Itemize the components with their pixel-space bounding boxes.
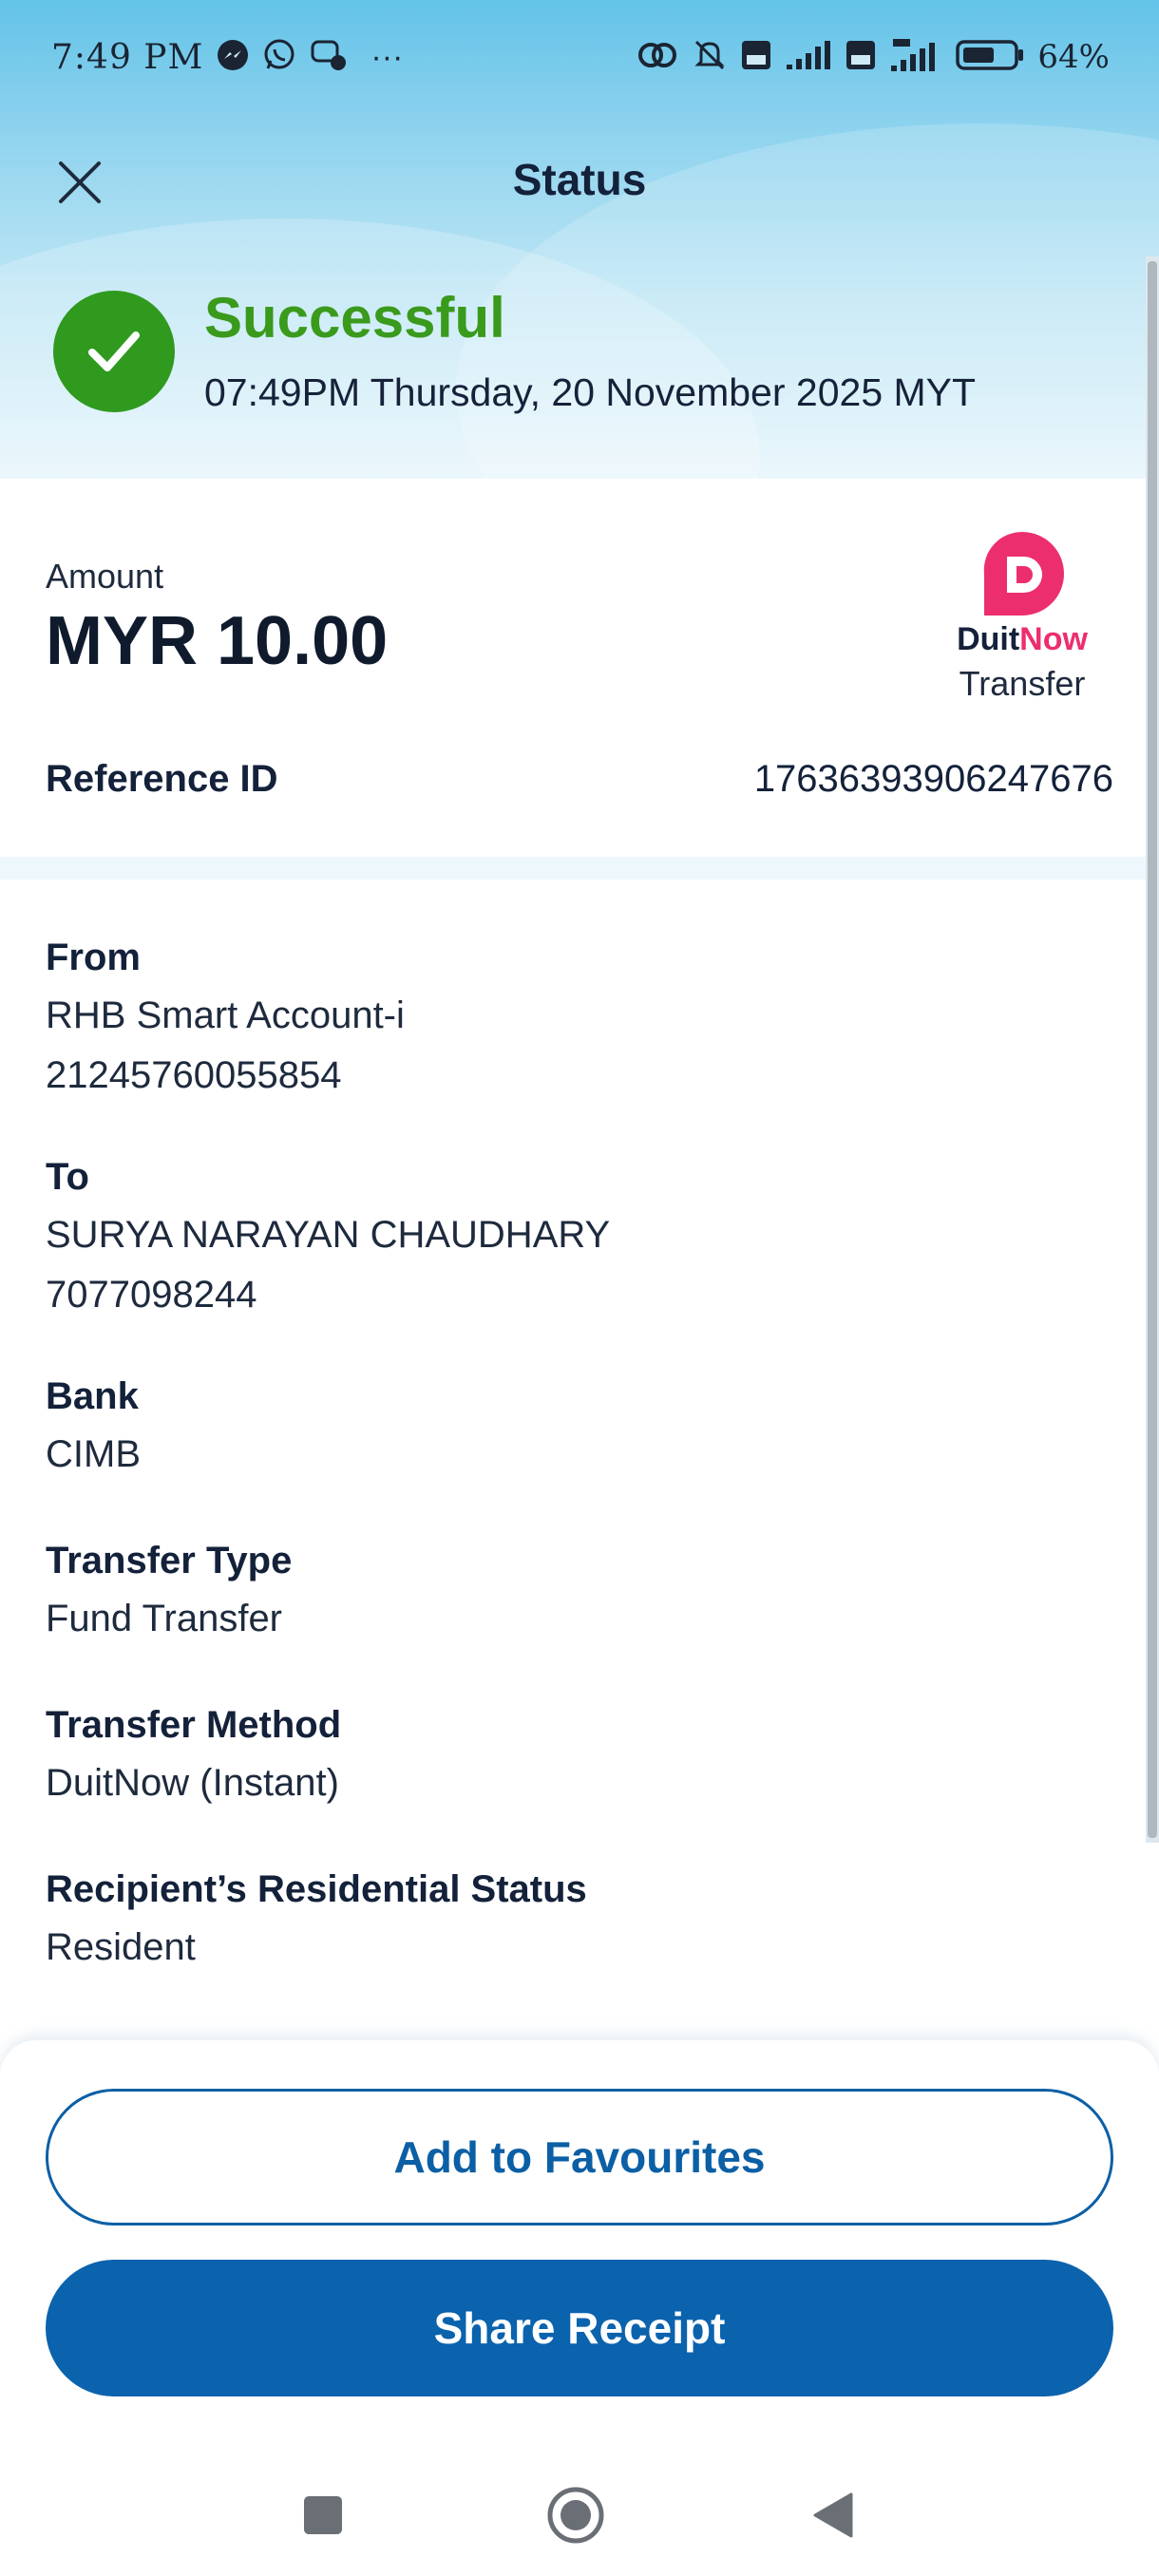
detail-from: From RHB Smart Account-i 21245760055854 xyxy=(46,929,1110,1106)
detail-value: 21245760055854 xyxy=(46,1054,342,1096)
detail-value: CIMB xyxy=(46,1433,141,1475)
detail-label: Bank xyxy=(46,1375,139,1417)
back-button[interactable] xyxy=(802,2485,863,2546)
battery-percent: 64% xyxy=(1037,38,1110,76)
reference-id-label: Reference ID xyxy=(46,758,278,800)
detail-value: DuitNow (Instant) xyxy=(46,1762,339,1804)
clock: 7:49 PM xyxy=(51,37,204,77)
screen: 7:49 PM ··· 64% Status Successful 07:49P… xyxy=(0,0,1159,2576)
duitnow-word-duit: Duit xyxy=(957,621,1020,657)
detail-label: To xyxy=(46,1156,89,1198)
detail-label: From xyxy=(46,937,141,978)
duitnow-logo: DuitNow Transfer xyxy=(946,528,1098,704)
duitnow-wordmark: DuitNow xyxy=(946,621,1098,658)
status-timestamp: 07:49PM Thursday, 20 November 2025 MYT xyxy=(204,370,977,414)
detail-to: To SURYA NARAYAN CHAUDHARY 7077098244 xyxy=(46,1148,1110,1325)
battery-icon xyxy=(956,38,1024,77)
recents-square-icon xyxy=(304,2496,342,2534)
success-badge xyxy=(53,291,175,412)
duitnow-word-now: Now xyxy=(1019,621,1088,657)
transaction-details: From RHB Smart Account-i 21245760055854 … xyxy=(46,929,1110,1978)
bell-muted-icon xyxy=(692,37,728,78)
detail-label: Transfer Method xyxy=(46,1704,342,1746)
detail-value: RHB Smart Account-i xyxy=(46,994,405,1036)
detail-residential-status: Recipient’s Residential Status Resident xyxy=(46,1861,1110,1978)
recents-button[interactable] xyxy=(293,2485,353,2546)
hotspot-link-icon xyxy=(636,39,678,76)
detail-transfer-type: Transfer Type Fund Transfer xyxy=(46,1532,1110,1649)
add-to-favourites-button[interactable]: Add to Favourites xyxy=(46,2089,1113,2226)
reference-id-value: 17636393906247676 xyxy=(753,758,1113,800)
duitnow-subtitle: Transfer xyxy=(959,664,1086,703)
amount-value: MYR 10.00 xyxy=(46,603,389,679)
section-divider xyxy=(0,857,1159,880)
detail-value: Fund Transfer xyxy=(46,1598,283,1639)
detail-value: 7077098244 xyxy=(46,1274,257,1316)
chat-bubble-icon xyxy=(310,38,348,77)
home-button[interactable] xyxy=(545,2485,606,2546)
signal-icon xyxy=(785,39,832,76)
volte-icon xyxy=(846,40,876,75)
messenger-icon xyxy=(217,39,249,76)
status-bar-right: 64% xyxy=(636,37,1110,78)
detail-transfer-method: Transfer Method DuitNow (Instant) xyxy=(46,1696,1110,1813)
signal-4g-icon xyxy=(889,37,942,78)
status-title: Successful xyxy=(204,286,505,350)
system-nav-bar xyxy=(0,2451,1159,2576)
home-circle-icon xyxy=(547,2487,604,2544)
check-icon xyxy=(88,331,140,371)
back-triangle-icon xyxy=(813,2492,853,2538)
volte-icon xyxy=(741,40,771,75)
whatsapp-icon xyxy=(262,38,296,77)
status-bar-left: 7:49 PM ··· xyxy=(51,38,403,77)
detail-value: Resident xyxy=(46,1926,196,1968)
share-receipt-button[interactable]: Share Receipt xyxy=(46,2260,1113,2396)
more-notifications-icon: ··· xyxy=(370,38,404,75)
amount-label: Amount xyxy=(46,557,164,596)
status-bar: 7:49 PM ··· 64% xyxy=(0,0,1159,114)
page-title: Status xyxy=(512,155,647,204)
detail-label: Transfer Type xyxy=(46,1540,293,1582)
duitnow-pin-icon xyxy=(983,531,1064,616)
detail-value: SURYA NARAYAN CHAUDHARY xyxy=(46,1214,611,1256)
detail-bank: Bank CIMB xyxy=(46,1368,1110,1485)
detail-label: Recipient’s Residential Status xyxy=(46,1868,587,1910)
scrollbar-thumb[interactable] xyxy=(1148,261,1157,1838)
